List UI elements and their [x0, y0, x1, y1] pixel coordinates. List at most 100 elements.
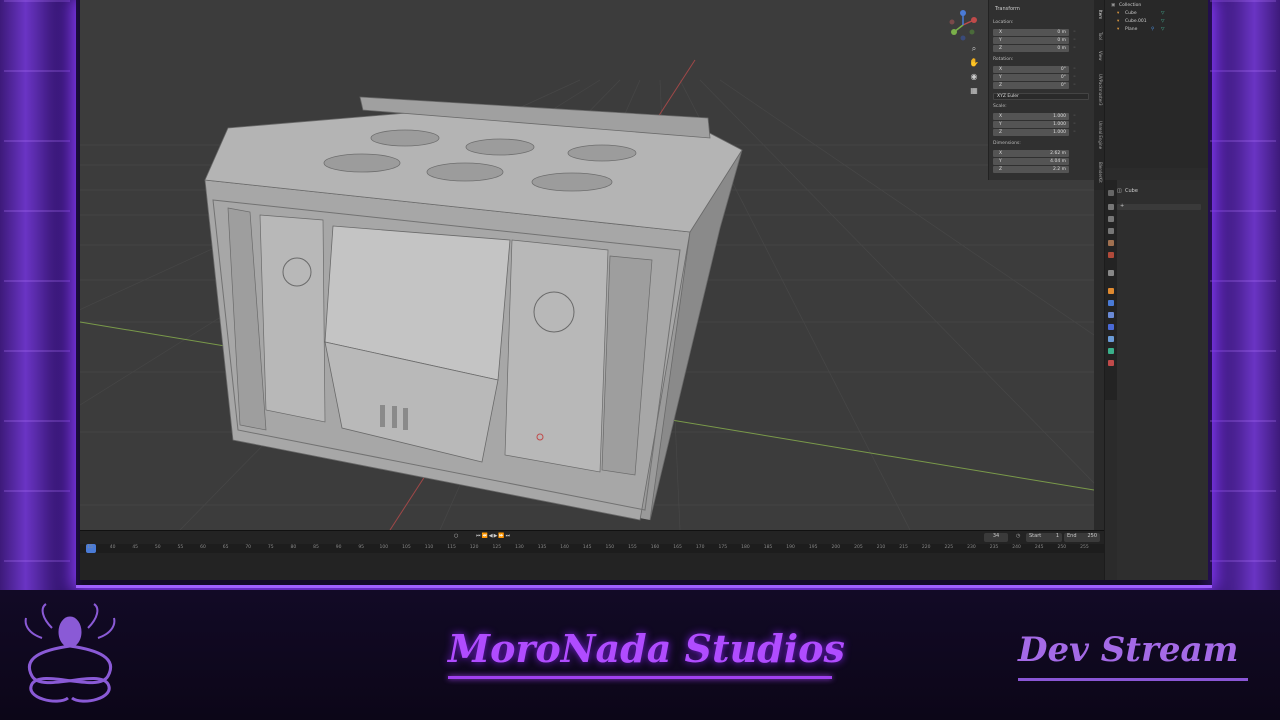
transform-header[interactable]: Transform	[989, 0, 1094, 16]
timeline-tick: 195	[808, 545, 818, 550]
rotation-mode-dropdown[interactable]: XYZ Euler	[993, 93, 1089, 100]
studio-underline	[448, 676, 832, 679]
timeline-tick: 50	[154, 545, 161, 550]
timeline-tick: 130	[515, 545, 524, 550]
mesh-data-icon: ▽	[1161, 19, 1165, 24]
location-label: Location:	[993, 20, 1014, 25]
3d-viewport[interactable]: ⌕ ✋ ◉ ▦ Transform Location: X0 m Y0 m Z0…	[80, 0, 1094, 530]
current-frame-field[interactable]: 34	[984, 533, 1008, 542]
tab-item[interactable]: Item	[1095, 6, 1103, 24]
keyframe-icon[interactable]: ◦	[1073, 66, 1076, 72]
dimensions-z-field[interactable]: Z 2.2 m	[993, 166, 1069, 173]
start-frame-field[interactable]: Start 1	[1026, 533, 1062, 542]
location-x-field[interactable]: X0 m	[993, 29, 1069, 36]
keyframe-toggle-icon[interactable]: ○	[454, 533, 458, 542]
collection-tab-icon[interactable]	[1108, 270, 1114, 276]
hand-pan-icon[interactable]: ✋	[968, 58, 980, 70]
cube-model[interactable]	[204, 96, 743, 521]
tab-tool[interactable]: Tool	[1095, 28, 1103, 44]
timeline-tick: 160	[650, 545, 660, 550]
physics-tab-icon[interactable]	[1108, 324, 1114, 330]
end-frame-field[interactable]: End 250	[1064, 533, 1100, 542]
keyframe-icon[interactable]: ◦	[1073, 82, 1076, 88]
object-tab-icon[interactable]	[1108, 288, 1114, 294]
playback-controls[interactable]: ⏮⏪◀▶⏩⏭	[476, 533, 511, 542]
right-frame-stripes	[1210, 0, 1276, 580]
dimensions-x-field[interactable]: X 2.62 m	[993, 150, 1069, 157]
tool-tab-icon[interactable]	[1108, 190, 1114, 196]
collection-icon: ▣	[1111, 3, 1116, 8]
data-tab-icon[interactable]	[1108, 348, 1114, 354]
viewport-grid	[80, 59, 1094, 530]
tab-unreal-engine[interactable]: Unreal Engine	[1095, 116, 1103, 154]
modifier-tab-icon[interactable]	[1108, 300, 1114, 306]
timeline-tick: 150	[605, 545, 615, 550]
tab-view[interactable]: View	[1095, 48, 1103, 64]
keyframe-icon[interactable]: ◦	[1073, 29, 1076, 35]
properties-object-name[interactable]: Cube	[1125, 188, 1138, 194]
location-y-field[interactable]: Y0 m	[993, 37, 1069, 44]
scale-x-field[interactable]: X 1.000	[993, 113, 1069, 120]
keyframe-icon[interactable]: ◦	[1073, 74, 1076, 80]
timeline-ruler[interactable]: 15 40 45 50 55 60 65 70 75 80 85 90 95 100 105 110 115 12…	[80, 544, 1104, 553]
object-icon: ▾	[1117, 11, 1120, 16]
outliner-item-plane[interactable]: ▾ Plane ⚲ ▽	[1105, 27, 1208, 35]
mesh-data-icon: ▽	[1161, 11, 1165, 16]
timeline-tick: 55	[177, 545, 184, 550]
object-type-icon: ◫	[1117, 188, 1122, 194]
scale-y-field[interactable]: Y 1.000	[993, 121, 1069, 128]
blender-window: ⌕ ✋ ◉ ▦ Transform Location: X0 m Y0 m Z0…	[80, 0, 1208, 580]
timeline-tick: 185	[763, 545, 773, 550]
material-tab-icon[interactable]	[1108, 360, 1114, 366]
timeline-tick: 60	[200, 545, 206, 550]
particles-tab-icon[interactable]	[1108, 312, 1114, 318]
outliner-item-cube-001[interactable]: ▾ Cube.001 ▽	[1105, 19, 1208, 27]
timeline-tick: 40	[109, 545, 116, 550]
rotation-x-field[interactable]: X 0°	[993, 66, 1069, 73]
world-tab-icon[interactable]	[1108, 252, 1114, 258]
scale-z-field[interactable]: Z 1.000	[993, 129, 1069, 136]
timeline-tick: 145	[582, 545, 592, 550]
outliner-item-cube[interactable]: ▾ Cube ▽	[1105, 11, 1208, 19]
timeline-tick: 190	[786, 545, 795, 550]
timeline-tick: 155	[628, 545, 637, 550]
tab-uvpackmaster3[interactable]: UVPackmaster3	[1095, 68, 1103, 112]
timeline-tick: 75	[267, 545, 274, 550]
keyframe-icon[interactable]: ◦	[1073, 113, 1076, 119]
zoom-icon[interactable]: ⌕	[968, 44, 980, 56]
properties-tabs	[1105, 180, 1117, 400]
timeline-tick: 205	[854, 545, 863, 550]
render-tab-icon[interactable]	[1108, 204, 1114, 210]
keyframe-icon[interactable]: ◦	[1073, 37, 1076, 43]
keyframe-icon[interactable]: ◦	[1073, 129, 1076, 135]
location-z-field[interactable]: Z0 m	[993, 45, 1069, 52]
timeline-tick: 125	[492, 545, 502, 550]
grid-icon[interactable]: ▦	[968, 86, 980, 98]
keyframe-icon[interactable]: ◦	[1073, 45, 1076, 51]
timeline: ○ ⏮⏪◀▶⏩⏭ 34 ◷ Start 1 End 250 15 40 45 50 55…	[80, 530, 1104, 580]
timeline-tick: 110	[424, 545, 434, 550]
scene-tab-icon[interactable]	[1108, 240, 1114, 246]
outliner-item-collection[interactable]: ▣ Collection	[1105, 3, 1208, 11]
output-tab-icon[interactable]	[1108, 216, 1114, 222]
studio-title: MoroNada Studios	[448, 626, 845, 671]
view-layer-tab-icon[interactable]	[1108, 228, 1114, 234]
rotation-z-field[interactable]: Z 0°	[993, 82, 1069, 89]
gizmo-axes-icon[interactable]	[946, 8, 980, 42]
timeline-tick: 180	[741, 545, 750, 550]
tab-blenderkit[interactable]: BlenderKit	[1095, 158, 1103, 186]
constraints-tab-icon[interactable]	[1108, 336, 1114, 342]
preview-range-icon[interactable]: ◷	[1016, 533, 1020, 542]
keyframe-icon[interactable]: ◦	[1073, 121, 1076, 127]
dimensions-y-field[interactable]: Y 4.04 m	[993, 158, 1069, 165]
add-modifier-button[interactable]: +	[1117, 203, 1201, 210]
dimensions-label: Dimensions:	[993, 141, 1021, 146]
timeline-tick: 135	[537, 545, 547, 550]
rotation-y-field[interactable]: Y 0°	[993, 74, 1069, 81]
camera-icon[interactable]: ◉	[968, 72, 980, 84]
timeline-tick: 90	[335, 545, 342, 550]
timeline-tick: 255	[1080, 545, 1089, 550]
timeline-tick: 120	[469, 545, 479, 550]
timeline-tick: 210	[876, 545, 886, 550]
object-icon: ▾	[1117, 27, 1120, 32]
